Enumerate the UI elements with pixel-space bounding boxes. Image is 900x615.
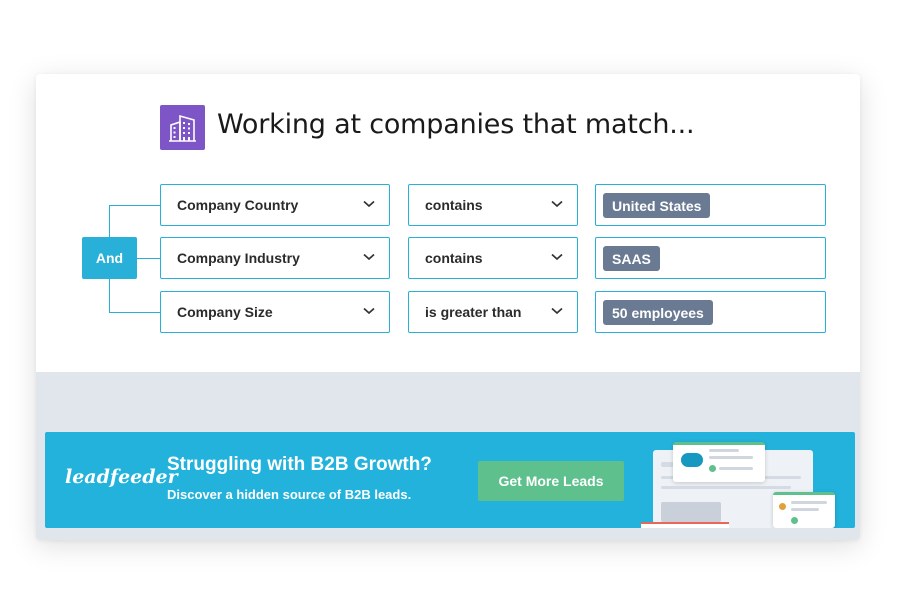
value-tag[interactable]: United States: [603, 193, 711, 218]
operator-select-label: contains: [425, 250, 483, 266]
chevron-down-icon: [363, 307, 375, 315]
field-select-label: Company Size: [177, 304, 273, 320]
operator-select[interactable]: contains: [408, 237, 578, 279]
operator-select-label: contains: [425, 197, 483, 213]
value-input[interactable]: 50 employees: [595, 291, 826, 333]
banner-headline: Struggling with B2B Growth?: [167, 454, 432, 475]
field-select[interactable]: Company Country: [160, 184, 390, 226]
salesforce-preview-card: [673, 442, 765, 482]
operator-select[interactable]: is greater than: [408, 291, 578, 333]
page-title: Working at companies that match...: [217, 109, 695, 140]
slack-preview-card: [773, 492, 835, 528]
operator-select-label: is greater than: [425, 304, 522, 320]
chevron-down-icon: [363, 253, 375, 261]
value-tag[interactable]: SAAS: [603, 246, 660, 271]
preview-accent: [641, 522, 729, 528]
field-select-label: Company Industry: [177, 250, 300, 266]
field-select[interactable]: Company Size: [160, 291, 390, 333]
building-icon: [160, 105, 205, 150]
chevron-down-icon: [363, 200, 375, 208]
value-tag[interactable]: 50 employees: [603, 300, 713, 325]
field-select-label: Company Country: [177, 197, 299, 213]
value-input[interactable]: United States: [595, 184, 826, 226]
connector-line: [137, 258, 160, 259]
get-more-leads-button[interactable]: Get More Leads: [478, 461, 624, 501]
leadfeeder-logo[interactable]: leadfeeder: [65, 466, 178, 488]
filter-card: Working at companies that match... And C…: [36, 74, 860, 540]
and-operator-button[interactable]: And: [82, 237, 137, 279]
filter-panel: Working at companies that match... And C…: [36, 74, 860, 372]
chevron-down-icon: [551, 253, 563, 261]
value-input[interactable]: SAAS: [595, 237, 826, 279]
chevron-down-icon: [551, 200, 563, 208]
banner-subtext: Discover a hidden source of B2B leads.: [167, 487, 412, 502]
operator-select[interactable]: contains: [408, 184, 578, 226]
ad-banner[interactable]: leadfeeder Struggling with B2B Growth? D…: [45, 432, 855, 528]
chevron-down-icon: [551, 307, 563, 315]
field-select[interactable]: Company Industry: [160, 237, 390, 279]
